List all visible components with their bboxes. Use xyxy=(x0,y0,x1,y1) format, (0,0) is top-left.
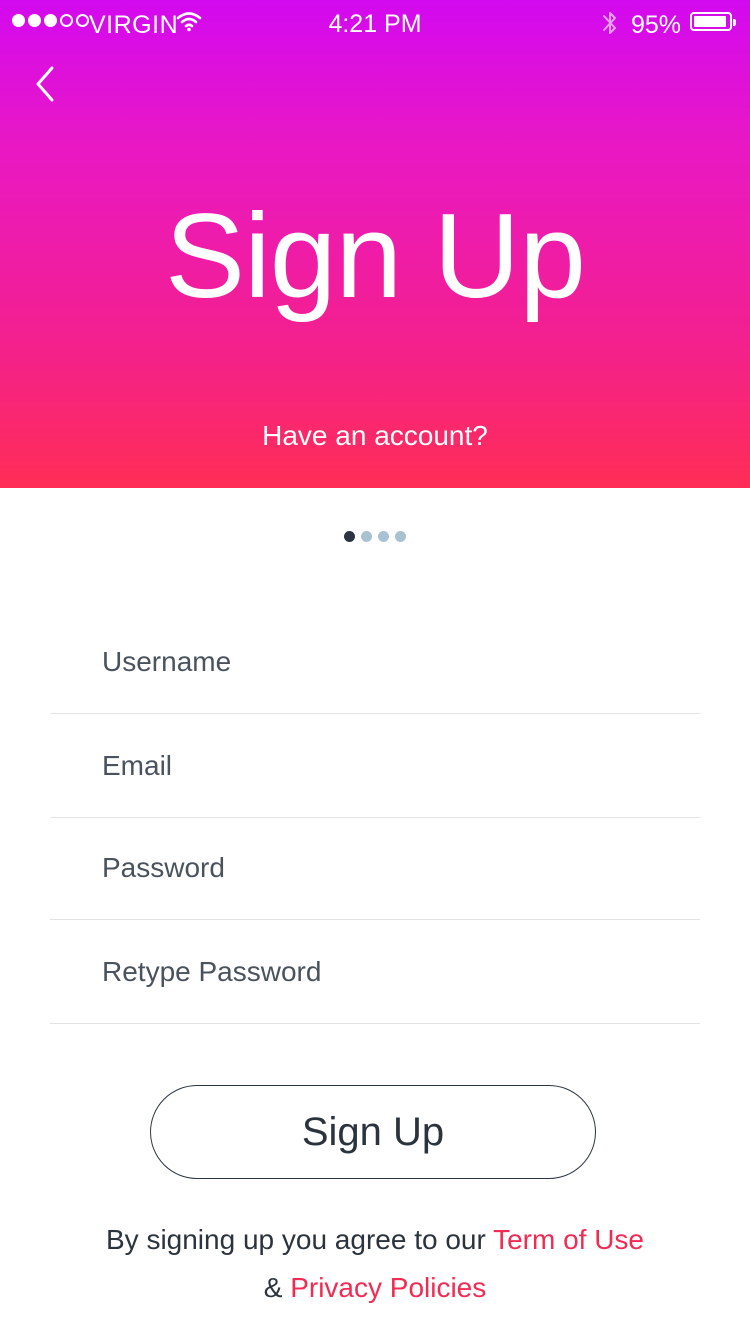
page-dot xyxy=(378,531,389,542)
page-dot xyxy=(395,531,406,542)
page-indicator xyxy=(0,531,750,542)
terms-prefix: By signing up you agree to our xyxy=(105,1224,494,1255)
header-banner: VIRGIN 4:21 PM 95% Sign Up Have an accou… xyxy=(0,0,750,488)
page-dot-active xyxy=(344,531,355,542)
username-field xyxy=(50,612,700,714)
battery-fill xyxy=(694,16,727,27)
battery-icon xyxy=(690,12,736,31)
privacy-policies-link[interactable]: Privacy Policies xyxy=(290,1272,486,1303)
retype-password-field xyxy=(50,922,700,1024)
chevron-left-icon xyxy=(36,66,54,102)
terms-text: By signing up you agree to our Term of U… xyxy=(0,1216,750,1312)
page-dot xyxy=(361,531,372,542)
battery-tip xyxy=(733,19,736,26)
username-input[interactable] xyxy=(102,640,682,684)
email-field xyxy=(50,716,700,818)
sign-up-button[interactable]: Sign Up xyxy=(150,1085,596,1179)
page-title: Sign Up xyxy=(165,189,586,323)
terms-of-use-link[interactable]: Term of Use xyxy=(493,1224,644,1255)
password-input[interactable] xyxy=(102,846,682,890)
have-account-link[interactable]: Have an account? xyxy=(0,418,750,454)
status-bar: VIRGIN 4:21 PM 95% xyxy=(0,0,750,48)
retype-password-input[interactable] xyxy=(102,950,682,994)
bluetooth-icon xyxy=(601,8,619,45)
terms-ampersand: & xyxy=(263,1272,291,1303)
password-field xyxy=(50,818,700,920)
back-button[interactable] xyxy=(32,62,72,106)
email-input[interactable] xyxy=(102,744,682,788)
battery-percent: 95% xyxy=(631,11,682,39)
